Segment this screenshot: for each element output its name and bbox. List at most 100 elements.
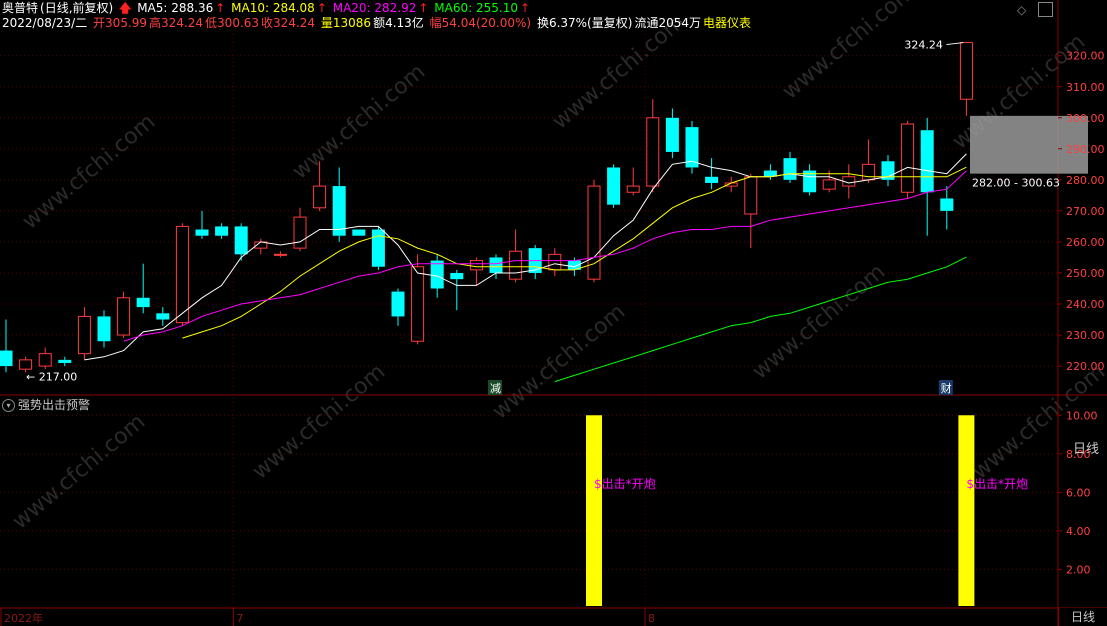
watermark-text: www.cfchi.com xyxy=(488,299,630,424)
candle[interactable] xyxy=(391,288,405,326)
stock-name[interactable]: 奥普特 xyxy=(2,1,38,15)
candle[interactable] xyxy=(97,310,111,348)
candle-body xyxy=(371,229,385,267)
candle-body xyxy=(19,359,33,370)
ma10-up-icon: ↑ xyxy=(316,1,327,15)
candle[interactable] xyxy=(352,229,366,236)
candle[interactable] xyxy=(254,238,268,255)
candle[interactable] xyxy=(705,158,719,190)
price-tick-label: 250.00 xyxy=(1066,267,1105,280)
panel-frame xyxy=(0,0,1107,626)
candle[interactable] xyxy=(332,167,346,242)
kline-chart[interactable]: www.cfchi.com www.cfchi.com www.cfchi.com w… xyxy=(0,0,1107,626)
high-marker: 324.24 xyxy=(904,39,943,52)
amount-label: 额4.13亿 xyxy=(373,16,424,30)
time-label: 2022年 xyxy=(4,611,43,625)
candle[interactable] xyxy=(901,120,915,199)
candle-body xyxy=(58,359,72,363)
candle[interactable] xyxy=(783,151,797,183)
indicator-chevron-icon[interactable]: ▾ xyxy=(2,399,15,412)
candle[interactable] xyxy=(195,210,209,239)
time-label: 7 xyxy=(236,612,243,625)
candle[interactable] xyxy=(371,226,385,270)
candle[interactable] xyxy=(156,307,170,326)
candle-body xyxy=(195,229,209,236)
candle[interactable] xyxy=(38,347,52,370)
header-row-2: 2022/08/23/二 开305.99 高324.24 低300.63 收324.2… xyxy=(2,15,753,31)
indicator-tick-label: 6.00 xyxy=(1066,486,1091,499)
float-label: 流通2054万 xyxy=(634,16,701,30)
up-arrow-icon: 🡅 xyxy=(119,1,132,15)
price-tick-label: 220.00 xyxy=(1066,360,1105,373)
candle[interactable] xyxy=(803,164,817,196)
candle[interactable] xyxy=(548,248,562,277)
indicator-tick-label: 10.00 xyxy=(1066,409,1098,422)
window-toggle-icon[interactable] xyxy=(1038,2,1053,17)
candle-body xyxy=(293,216,307,249)
ma5-label: MA5: 288.36 xyxy=(137,1,214,15)
price-tick-label: 240.00 xyxy=(1066,298,1105,311)
candle[interactable] xyxy=(469,257,483,286)
open-label: 开305.99 xyxy=(93,16,148,30)
price-tick-label: 270.00 xyxy=(1066,205,1105,218)
signal-bar xyxy=(586,415,602,606)
candle[interactable] xyxy=(273,251,287,258)
period-tab-daily[interactable]: 日线 xyxy=(1058,608,1107,626)
side-tab-daily[interactable]: 日线 xyxy=(1066,442,1106,458)
time-label: 8 xyxy=(648,612,655,625)
sector-label[interactable]: 电器仪表 xyxy=(703,16,751,30)
candle-body xyxy=(411,266,425,342)
candle-body xyxy=(940,198,954,211)
candle[interactable] xyxy=(763,164,777,180)
candle[interactable] xyxy=(509,229,523,283)
candle[interactable] xyxy=(959,42,973,116)
candle-body xyxy=(901,123,915,193)
candle[interactable] xyxy=(117,291,131,339)
candle[interactable] xyxy=(0,319,13,373)
candle[interactable] xyxy=(136,263,150,314)
candle[interactable] xyxy=(881,155,895,187)
candle-body xyxy=(705,176,719,183)
candle[interactable] xyxy=(607,164,621,208)
candle[interactable] xyxy=(626,167,640,196)
candle[interactable] xyxy=(293,207,307,252)
candle-body xyxy=(548,253,562,271)
signal-label: $出击*开炮 xyxy=(594,477,656,491)
candle-body xyxy=(391,291,405,317)
ma60-up-icon: ↑ xyxy=(519,1,531,15)
candle[interactable] xyxy=(234,223,248,261)
candle[interactable] xyxy=(685,120,699,174)
price-tick-label: 290.00 xyxy=(1066,143,1105,156)
high-label: 高324.24 xyxy=(149,16,204,30)
candle-body xyxy=(117,297,131,336)
candle[interactable] xyxy=(215,223,229,239)
indicator-panel[interactable]: $出击*开炮 $出击*开炮 xyxy=(586,415,1028,606)
candle[interactable] xyxy=(587,179,601,283)
candle-body xyxy=(744,176,758,215)
candle[interactable] xyxy=(528,245,542,280)
indicator-header[interactable]: ▾ 强势出击预警 xyxy=(2,397,90,413)
period-label[interactable]: (日线,前复权) xyxy=(40,1,113,15)
candle-body xyxy=(215,226,229,236)
candle-body xyxy=(626,185,640,193)
candle[interactable] xyxy=(940,186,954,230)
candle[interactable] xyxy=(744,173,758,249)
candle-body xyxy=(175,225,189,324)
candle-body xyxy=(665,117,679,152)
price-tick-label: 280.00 xyxy=(1066,174,1105,187)
candle-body xyxy=(469,260,483,271)
watermark-text: www.cfchi.com xyxy=(288,59,430,184)
candle[interactable] xyxy=(646,99,660,193)
diamond-icon[interactable]: ◇ xyxy=(1017,2,1026,18)
candle[interactable] xyxy=(665,108,679,159)
ma20-up-icon: ↑ xyxy=(418,1,429,15)
candle-body xyxy=(156,313,170,320)
candle[interactable] xyxy=(77,307,91,360)
price-tick-label: 310.00 xyxy=(1066,81,1105,94)
candle-body xyxy=(0,350,13,367)
candle-body xyxy=(607,167,621,205)
candle-body xyxy=(920,130,934,193)
ma5-up-icon: ↑ xyxy=(215,1,226,15)
candle[interactable] xyxy=(58,356,72,367)
grid-lines xyxy=(0,34,1058,608)
